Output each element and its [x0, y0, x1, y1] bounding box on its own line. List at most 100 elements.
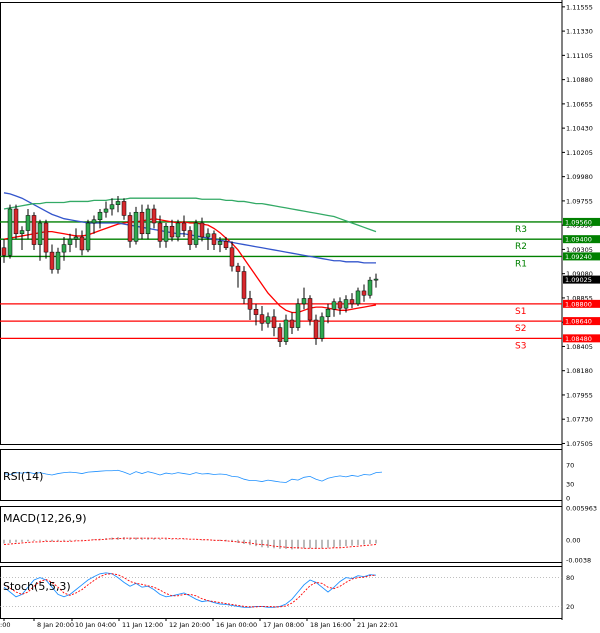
price-tick-label: 1.07730 [566, 416, 593, 424]
price-tick-label: 1.09980 [566, 173, 593, 181]
rsi-level-label: 70 [566, 462, 574, 470]
price-tick-label: 1.07505 [566, 440, 593, 448]
panel-frame [0, 566, 563, 619]
candle-body [241, 271, 247, 299]
forex-chart: 1.11555 1.11330 1.11105 1.10880 1.10655 1.104… [0, 0, 600, 629]
candle-body [373, 278, 379, 281]
candle-body [91, 219, 97, 224]
candle-body [265, 316, 271, 324]
time-tick-label: 21 Jan 22:01 [357, 621, 398, 629]
time-tick-label: 10 Jan 04:00 [75, 621, 116, 629]
level-price-tag-text: 1.09400 [565, 236, 592, 244]
candle-body [25, 215, 31, 231]
candle-body [247, 298, 253, 310]
panel-frame [0, 2, 563, 445]
candle-body [1, 247, 7, 256]
candle-body [259, 314, 265, 324]
candle-body [367, 279, 373, 296]
time-tick-label: :00 [0, 621, 10, 629]
candle-body [361, 290, 367, 296]
level-label-s2: S2 [515, 324, 526, 334]
candle-body [157, 222, 163, 242]
candle-body [163, 225, 169, 242]
candle-body [193, 222, 199, 245]
level-price-tag-text: 1.08640 [565, 318, 592, 326]
rsi-level-label: 0 [566, 495, 570, 503]
candle-body [13, 208, 19, 235]
candle-body [211, 233, 217, 245]
candle-body [139, 211, 145, 235]
price-tick-label: 1.10880 [566, 76, 593, 84]
candle-body [103, 208, 109, 213]
macd-level-label: -0.0038 [566, 557, 591, 565]
macd-level-label: 0.00 [566, 536, 580, 544]
candle-body [7, 208, 13, 256]
candle-body [19, 230, 25, 235]
level-price-tag-text: 1.09560 [565, 218, 592, 226]
time-tick-label: 17 Jan 08:00 [263, 621, 304, 629]
rsi-label: RSI(14) [3, 470, 43, 483]
level-price-tag-text: 1.09240 [565, 253, 592, 261]
candle-body [319, 316, 325, 339]
price-tick-label: 1.10655 [566, 100, 593, 108]
candle-body [187, 230, 193, 245]
macd-panel: 0.005963 0.00 -0.0038 MACD(12,26,9) [3, 505, 597, 565]
stoch-label: Stoch(5,5,3) [3, 580, 71, 593]
candle-body [175, 222, 181, 238]
candle-body [145, 208, 151, 235]
candle-body [223, 241, 229, 249]
candle-body [301, 298, 307, 305]
stoch-level-label: 80 [566, 574, 574, 582]
candle-body [283, 319, 289, 342]
rsi-level-label: 30 [566, 480, 574, 488]
time-tick-label: 12 Jan 20:00 [169, 621, 210, 629]
candle-body [115, 201, 121, 205]
panel-frames [0, 0, 563, 620]
stoch-panel: 80 20 Stoch(5,5,3) [0, 572, 574, 611]
time-tick-label: 18 Jan 16:00 [310, 621, 351, 629]
macd-label: MACD(12,26,9) [3, 512, 87, 525]
candle-body [133, 211, 139, 242]
candle-body [205, 233, 211, 238]
price-tick-label: 1.11105 [566, 52, 593, 60]
price-tick-label: 1.08180 [566, 367, 593, 375]
candle-body [151, 208, 157, 224]
level-price-tag-text: 1.08480 [565, 335, 592, 343]
candle-body [337, 301, 343, 309]
level-label-r1: R1 [515, 259, 527, 269]
candle-body [127, 215, 133, 242]
price-tick-label: 1.07955 [566, 391, 593, 399]
level-label-s3: S3 [515, 341, 526, 351]
price-tick-label: 1.11555 [566, 3, 593, 11]
candle-body [79, 236, 85, 251]
candle-body [349, 299, 355, 305]
candle-body [229, 247, 235, 267]
rsi-line [3, 469, 383, 483]
candle-body [43, 222, 49, 253]
candle-body [109, 204, 115, 210]
candle-body [343, 299, 349, 309]
candle-body [235, 265, 241, 272]
candle-body [355, 290, 361, 305]
stoch-level-label: 20 [566, 603, 574, 611]
candle-body [61, 244, 67, 253]
price-tick-label: 1.11330 [566, 28, 593, 36]
macd-signal-line [3, 537, 377, 549]
time-axis: :00 8 Jan 20:00 10 Jan 04:00 11 Jan 12:00 12… [0, 618, 398, 629]
price-tick-label: 1.08405 [566, 343, 593, 351]
level-label-r2: R2 [515, 242, 527, 252]
price-tick-label: 1.10430 [566, 125, 593, 133]
current-price-tag: 1.09025 [563, 275, 600, 284]
candle-body [199, 222, 205, 238]
candles [1, 196, 379, 347]
candle-body [169, 225, 175, 238]
candle-body [271, 316, 277, 328]
candle-body [67, 238, 73, 245]
rsi-panel: 70 30 0 RSI(14) [3, 462, 574, 503]
candle-body [181, 222, 187, 231]
current-price-text: 1.09025 [565, 276, 592, 284]
level-label-s1: S1 [515, 307, 526, 317]
candle-body [295, 303, 301, 328]
candle-body [121, 201, 127, 216]
candle-body [307, 298, 313, 321]
